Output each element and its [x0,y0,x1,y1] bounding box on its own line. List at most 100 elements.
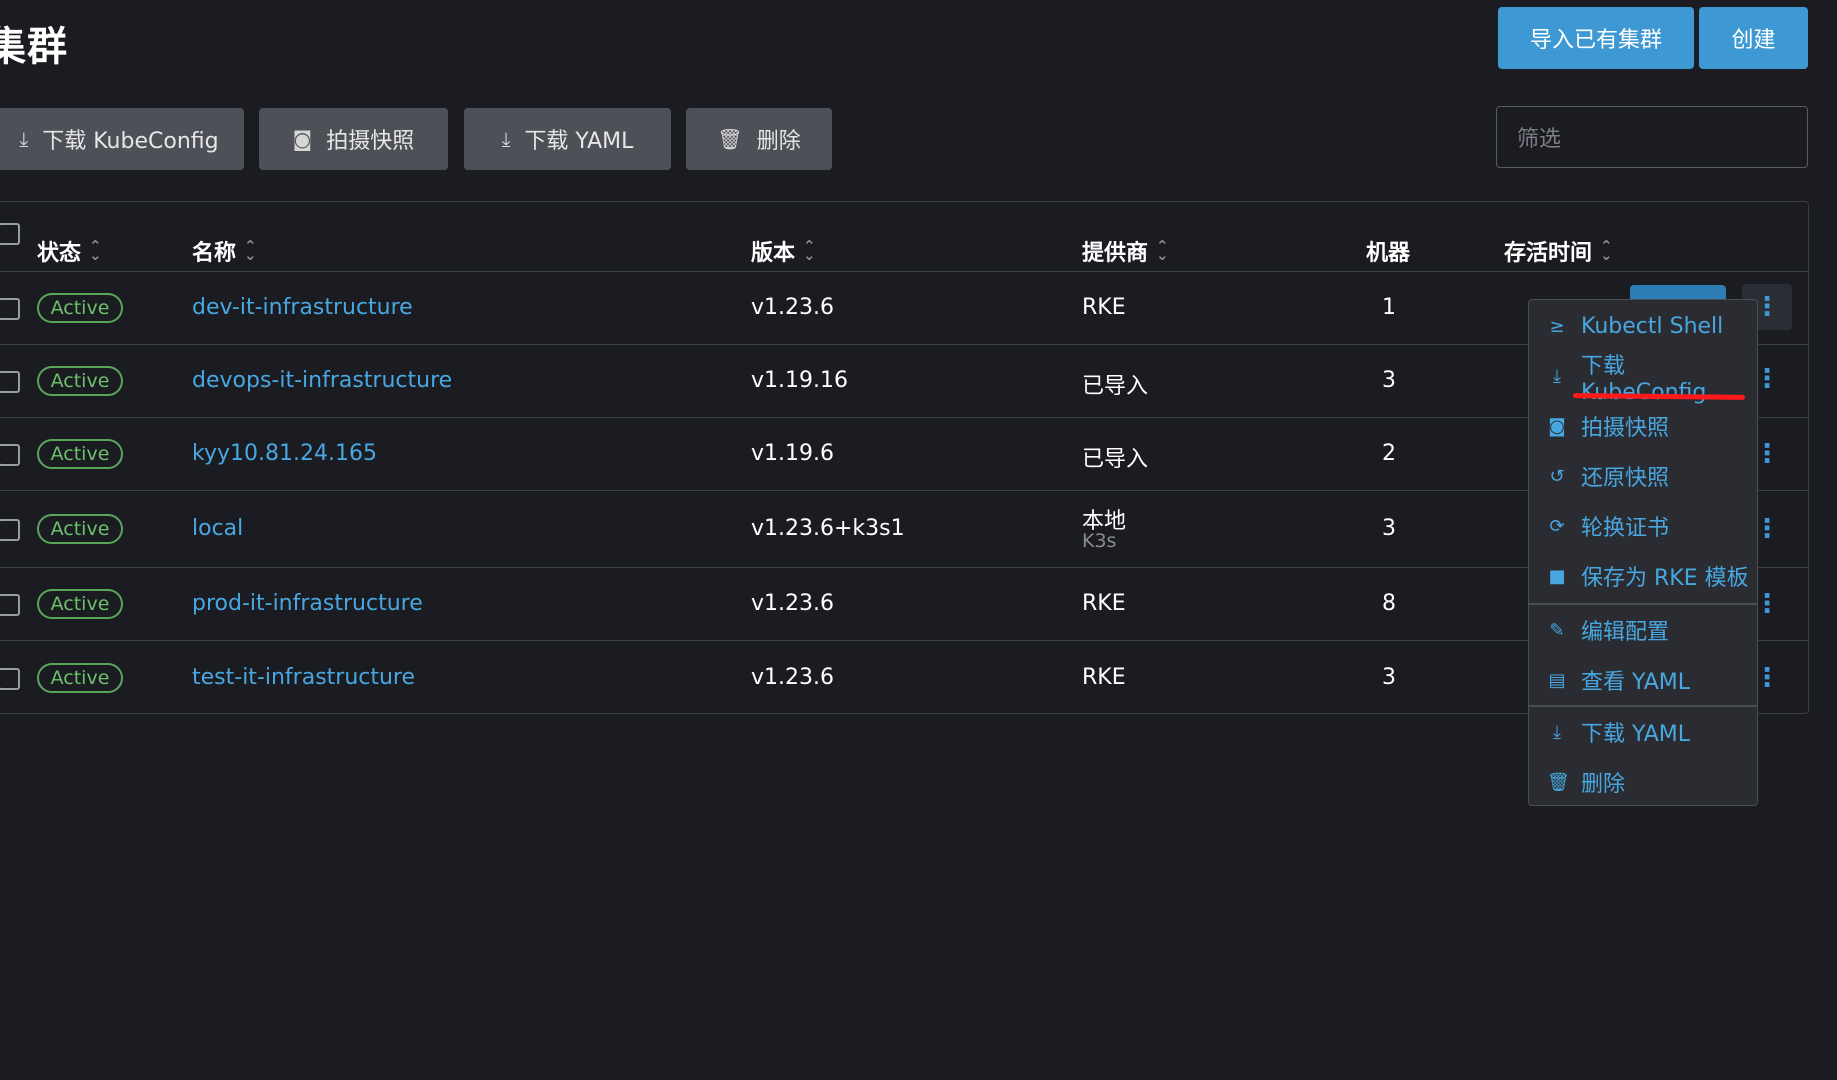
cluster-name-link[interactable]: local [192,516,243,541]
column-header-state[interactable]: 状态 ⌃ ⌄ [37,235,102,267]
cluster-name-link[interactable]: dev-it-infrastructure [192,295,413,320]
menu-item-take-snapshot[interactable]: ◙ 拍摄快照 [1547,406,1669,446]
cluster-provider: 已导入 [1082,447,1149,472]
rotate-icon: ⟳ [1549,515,1565,537]
menu-item-label: 拍摄快照 [1581,416,1670,441]
cluster-version: v1.23.6 [751,295,834,320]
menu-item-label: 下载 YAML [1581,722,1691,747]
import-cluster-button[interactable]: 导入已有集群 [1498,7,1694,69]
column-header-age[interactable]: 存活时间 ⌃ ⌄ [1504,235,1613,267]
cluster-machines: 3 [1382,665,1396,690]
cluster-machines: 3 [1382,516,1396,541]
cluster-version: v1.19.16 [751,368,848,393]
cluster-machines: 3 [1382,368,1396,393]
select-all-checkbox[interactable] [0,223,20,245]
menu-item-restore-snapshot[interactable]: ↺ 还原快照 [1547,456,1669,496]
menu-item-delete[interactable]: 🗑 删除 [1547,762,1625,802]
menu-item-save-as-rke-template[interactable]: ■ 保存为 RKE 模板 [1547,556,1749,596]
create-cluster-button[interactable]: 创建 [1699,7,1808,69]
bulk-download-yaml-label: 下载 YAML [524,129,634,154]
status-badge: Active [37,439,123,469]
row-checkbox[interactable] [0,444,20,466]
menu-item-label: 轮换证书 [1581,516,1670,541]
restore-icon: ↺ [1549,465,1565,487]
menu-item-edit-config[interactable]: ✎ 编辑配置 [1547,610,1669,650]
cluster-action-menu: ≥ Kubectl Shell ⤓ 下载 KubeConfig ◙ 拍摄快照 ↺… [1528,299,1758,806]
menu-item-label: 查看 YAML [1581,670,1691,695]
cluster-name-link[interactable]: prod-it-infrastructure [192,591,423,616]
column-header-age-label: 存活时间 [1504,241,1593,266]
file-icon: ▤ [1548,669,1566,691]
cluster-name-link[interactable]: kyy10.81.24.165 [192,441,377,466]
menu-item-download-yaml[interactable]: ⤓ 下载 YAML [1547,712,1690,752]
cluster-name-link[interactable]: test-it-infrastructure [192,665,415,690]
download-icon: ⤓ [501,127,511,151]
camera-icon: ◙ [292,127,313,151]
menu-item-kubectl-shell[interactable]: ≥ Kubectl Shell [1547,306,1723,346]
header-divider [0,271,1809,272]
cluster-provider: 已导入 [1082,374,1149,399]
row-checkbox[interactable] [0,668,20,690]
cluster-version: v1.19.6 [751,441,834,466]
cluster-version: v1.23.6 [751,665,834,690]
terminal-icon: ≥ [1549,315,1565,337]
row-checkbox[interactable] [0,519,20,541]
cluster-version: v1.23.6 [751,591,834,616]
menu-item-label: 删除 [1581,772,1626,797]
status-badge: Active [37,589,123,619]
sort-icon: ⌃ ⌄ [1156,237,1169,264]
column-header-provider[interactable]: 提供商 ⌃ ⌄ [1082,235,1169,267]
cluster-provider-sub: K3s [1082,530,1117,552]
row-checkbox[interactable] [0,298,20,320]
cluster-provider: RKE [1082,665,1126,690]
column-header-state-label: 状态 [37,241,82,266]
bulk-download-yaml-button[interactable]: ⤓ 下载 YAML [464,108,671,170]
camera-icon: ◙ [1548,415,1566,437]
column-header-machines: 机器 [1366,241,1411,266]
status-badge: Active [37,293,123,323]
cluster-machines: 2 [1382,441,1396,466]
column-header-provider-label: 提供商 [1082,241,1149,266]
page-title: 集群 [0,24,68,70]
download-icon: ⤓ [19,127,29,151]
trash-icon: 🗑 [1547,771,1570,793]
status-badge: Active [37,514,123,544]
cluster-name-link[interactable]: devops-it-infrastructure [192,368,452,393]
cluster-provider: RKE [1082,295,1126,320]
trash-icon: 🗑 [717,127,743,151]
status-badge: Active [37,663,123,693]
row-checkbox[interactable] [0,371,20,393]
menu-item-label: 还原快照 [1581,466,1670,491]
menu-item-label: 保存为 RKE 模板 [1581,566,1749,591]
sort-icon: ⌃ ⌄ [1600,237,1613,264]
menu-item-label: 编辑配置 [1581,620,1670,645]
bulk-take-snapshot-label: 拍摄快照 [326,129,415,154]
menu-divider [1529,705,1757,707]
cluster-machines: 8 [1382,591,1396,616]
filter-input[interactable]: 筛选 [1496,106,1808,168]
menu-item-view-yaml[interactable]: ▤ 查看 YAML [1547,660,1690,700]
column-header-name-label: 名称 [192,241,237,266]
menu-item-label: Kubectl Shell [1581,313,1724,339]
column-header-version[interactable]: 版本 ⌃ ⌄ [751,235,816,267]
menu-divider [1529,603,1757,605]
download-icon: ⤓ [1553,365,1561,387]
download-icon: ⤓ [1553,721,1561,743]
column-header-version-label: 版本 [751,241,796,266]
column-header-name[interactable]: 名称 ⌃ ⌄ [192,235,257,267]
cluster-provider: RKE [1082,591,1126,616]
bulk-delete-label: 删除 [756,129,801,154]
menu-item-download-kubeconfig[interactable]: ⤓ 下载 KubeConfig [1547,354,1757,405]
cluster-management-page: 集群 导入已有集群 创建 ⤓ 下载 KubeConfig ◙ 拍摄快照 ⤓ 下载… [0,0,1837,1080]
row-checkbox[interactable] [0,594,20,616]
sort-icon: ⌃ ⌄ [244,237,257,264]
bulk-delete-button[interactable]: 🗑 删除 [686,108,832,170]
pencil-icon: ✎ [1549,619,1565,641]
sort-icon: ⌃ ⌄ [89,237,102,264]
folder-icon: ■ [1548,565,1566,587]
sort-icon: ⌃ ⌄ [803,237,816,264]
bulk-download-kubeconfig-label: 下载 KubeConfig [42,129,219,154]
bulk-take-snapshot-button[interactable]: ◙ 拍摄快照 [259,108,448,170]
menu-item-rotate-certificates[interactable]: ⟳ 轮换证书 [1547,506,1669,546]
bulk-download-kubeconfig-button[interactable]: ⤓ 下载 KubeConfig [0,108,244,170]
